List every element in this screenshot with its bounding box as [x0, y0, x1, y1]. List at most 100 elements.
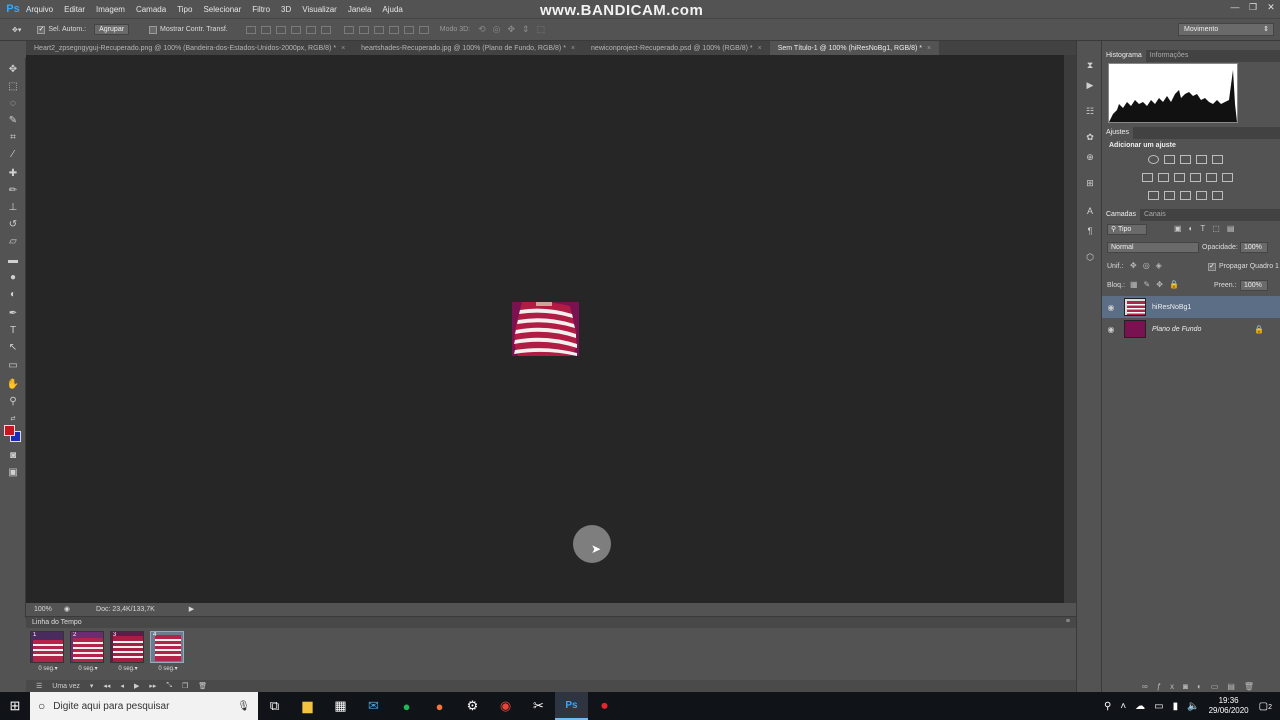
volume-icon[interactable]: 🔈 — [1187, 701, 1199, 712]
menu-3d[interactable]: 3D — [281, 5, 291, 14]
photoshop-taskbar-icon[interactable]: Ps — [555, 692, 588, 720]
timeline-frame-2[interactable]: 2 0 seg.▾ — [70, 631, 106, 677]
tab-heartshades[interactable]: heartshades-Recuperado.jpg @ 100% (Plano… — [353, 41, 583, 55]
tab-camadas[interactable]: Camadas — [1102, 209, 1140, 221]
blur-tool-icon[interactable]: ● — [5, 270, 21, 284]
menu-janela[interactable]: Janela — [348, 5, 372, 14]
brush-settings-icon[interactable]: ✿ — [1084, 131, 1096, 143]
chevron-up-icon[interactable]: ˄ — [1120, 701, 1126, 712]
tab-heart2[interactable]: Heart2_zpsegngyguj-Recuperado.png @ 100%… — [26, 41, 353, 55]
foreground-color-swatch[interactable] — [4, 425, 15, 436]
3d-slide-icon[interactable]: ⇕ — [522, 24, 530, 35]
mail-icon[interactable]: ✉ — [357, 692, 390, 720]
channel-mixer-icon[interactable] — [1206, 173, 1217, 182]
move-tool-preset-icon[interactable]: ✥▾ — [12, 26, 21, 34]
3d-roll-icon[interactable]: ◎ — [493, 24, 501, 35]
photo-filter-icon[interactable] — [1190, 173, 1201, 182]
tab-newiconproject[interactable]: newiconproject-Recuperado.psd @ 100% (RG… — [583, 41, 770, 55]
invert-icon[interactable] — [1148, 191, 1159, 200]
crop-tool-icon[interactable]: ⌗ — [5, 130, 21, 144]
swap-colors-icon[interactable]: ⇄ — [5, 411, 21, 425]
actions-icon[interactable]: ▶ — [1084, 79, 1096, 91]
tab-sem-titulo[interactable]: Sem Título-1 @ 100% (hiResNoBg1, RGB/8) … — [769, 41, 940, 55]
align-top-icon[interactable] — [245, 25, 256, 34]
play-icon[interactable]: ▶ — [134, 682, 139, 690]
levels-icon[interactable] — [1164, 155, 1175, 164]
healing-brush-tool-icon[interactable]: ✚ — [5, 166, 21, 180]
align-middle-icon[interactable] — [260, 25, 271, 34]
eraser-tool-icon[interactable]: ▱ — [5, 234, 21, 248]
restore-button[interactable]: ❐ — [1244, 0, 1262, 14]
network-icon[interactable]: ▭ — [1154, 701, 1163, 712]
close-button[interactable]: ✕ — [1262, 0, 1280, 14]
layer-filter-icons[interactable]: ▣◐T⬚▤ — [1174, 224, 1241, 233]
paragraph-icon[interactable]: ¶ — [1084, 225, 1096, 237]
battery-icon[interactable]: ▮ — [1173, 701, 1179, 712]
auto-select-dropdown[interactable]: Agrupar — [94, 24, 130, 35]
posterize-icon[interactable] — [1164, 191, 1175, 200]
lasso-tool-icon[interactable]: ◌ — [5, 96, 21, 110]
gradient-tool-icon[interactable]: ▬ — [5, 253, 21, 267]
status-menu-arrow-icon[interactable]: ▶ — [189, 605, 194, 613]
eyedropper-tool-icon[interactable]: ⁄ — [5, 147, 21, 161]
quick-mask-icon[interactable]: ◙ — [5, 448, 21, 462]
loop-option[interactable]: Uma vez — [52, 683, 80, 690]
clone-stamp-tool-icon[interactable]: ⊥ — [5, 200, 21, 214]
path-select-tool-icon[interactable]: ↖ — [5, 340, 21, 354]
rectangle-tool-icon[interactable]: ▭ — [5, 358, 21, 372]
threshold-icon[interactable] — [1180, 191, 1191, 200]
file-explorer-icon[interactable]: ▆ — [291, 692, 324, 720]
screen-mode-icon[interactable]: ▣ — [5, 465, 21, 479]
firefox-icon[interactable]: ● — [423, 692, 456, 720]
delete-frame-icon[interactable]: 🗑 — [198, 682, 207, 690]
hue-saturation-icon[interactable] — [1142, 173, 1153, 182]
close-tab-icon[interactable]: × — [571, 45, 575, 52]
color-balance-icon[interactable] — [1158, 173, 1169, 182]
windows-start-icon[interactable]: ⊞ — [0, 692, 30, 720]
layer-row-plano-de-fundo[interactable]: ◉ Plano de Fundo 🔒 — [1102, 318, 1280, 340]
curves-icon[interactable] — [1180, 155, 1191, 164]
microphone-icon[interactable]: 🎙 — [237, 701, 250, 712]
layer-name[interactable]: Plano de Fundo — [1152, 326, 1201, 333]
menu-imagem[interactable]: Imagem — [96, 5, 125, 14]
microsoft-store-icon[interactable]: ▦ — [324, 692, 357, 720]
menu-editar[interactable]: Editar — [64, 5, 85, 14]
convert-timeline-icon[interactable]: ☰ — [36, 682, 42, 690]
workspace-dropdown[interactable]: Movimento ⇕ — [1178, 23, 1274, 36]
taskbar-clock[interactable]: 19:36 29/06/2020 — [1209, 696, 1249, 716]
align-center-icon[interactable] — [305, 25, 316, 34]
previous-frame-icon[interactable]: ◂ — [120, 682, 124, 690]
frame-delay[interactable]: 0 seg.▾ — [30, 665, 66, 672]
menu-filtro[interactable]: Filtro — [252, 5, 270, 14]
menu-ajuda[interactable]: Ajuda — [382, 5, 402, 14]
selective-color-icon[interactable] — [1212, 191, 1223, 200]
zoom-preview-icon[interactable]: ◉ — [64, 605, 70, 613]
3d-rotate-icon[interactable]: ⟲ — [478, 24, 486, 35]
exposure-icon[interactable] — [1196, 155, 1207, 164]
bandicam-record-icon[interactable]: ⏺ — [588, 692, 621, 720]
tool-presets-icon[interactable]: ⊞ — [1084, 177, 1096, 189]
layer-name[interactable]: hiResNoBg1 — [1152, 304, 1191, 311]
tray-app-icon[interactable]: ☁ — [1135, 701, 1145, 712]
tab-informacoes[interactable]: Informações — [1146, 50, 1193, 62]
distribute-center-icon[interactable] — [403, 25, 414, 34]
timeline-frame-3[interactable]: 3 0 seg.▾ — [110, 631, 146, 677]
zoom-tool-icon[interactable]: ⚲ — [5, 394, 21, 408]
black-white-icon[interactable] — [1174, 173, 1185, 182]
unify-icons[interactable]: ✥◎◈ — [1130, 261, 1168, 270]
taskbar-search[interactable]: ○ Digite aqui para pesquisar 🎙 — [30, 692, 258, 720]
notification-center-icon[interactable]: ▢2 — [1259, 701, 1272, 712]
menu-selecionar[interactable]: Selecionar — [203, 5, 241, 14]
frame-delay[interactable]: 0 seg.▾ — [110, 665, 146, 672]
close-tab-icon[interactable]: × — [758, 45, 762, 52]
3d-pan-icon[interactable]: ✥ — [508, 24, 516, 35]
clone-source-icon[interactable]: ⊕ — [1084, 151, 1096, 163]
gradient-map-icon[interactable] — [1196, 191, 1207, 200]
menu-visualizar[interactable]: Visualizar — [302, 5, 337, 14]
distribute-left-icon[interactable] — [388, 25, 399, 34]
brightness-icon[interactable] — [1148, 155, 1159, 164]
pen-tool-icon[interactable]: ✒ — [5, 306, 21, 320]
history-icon[interactable]: ⧗ — [1084, 59, 1096, 71]
menu-arquivo[interactable]: Arquivo — [26, 5, 53, 14]
move-tool-icon[interactable]: ✥ — [5, 62, 21, 76]
